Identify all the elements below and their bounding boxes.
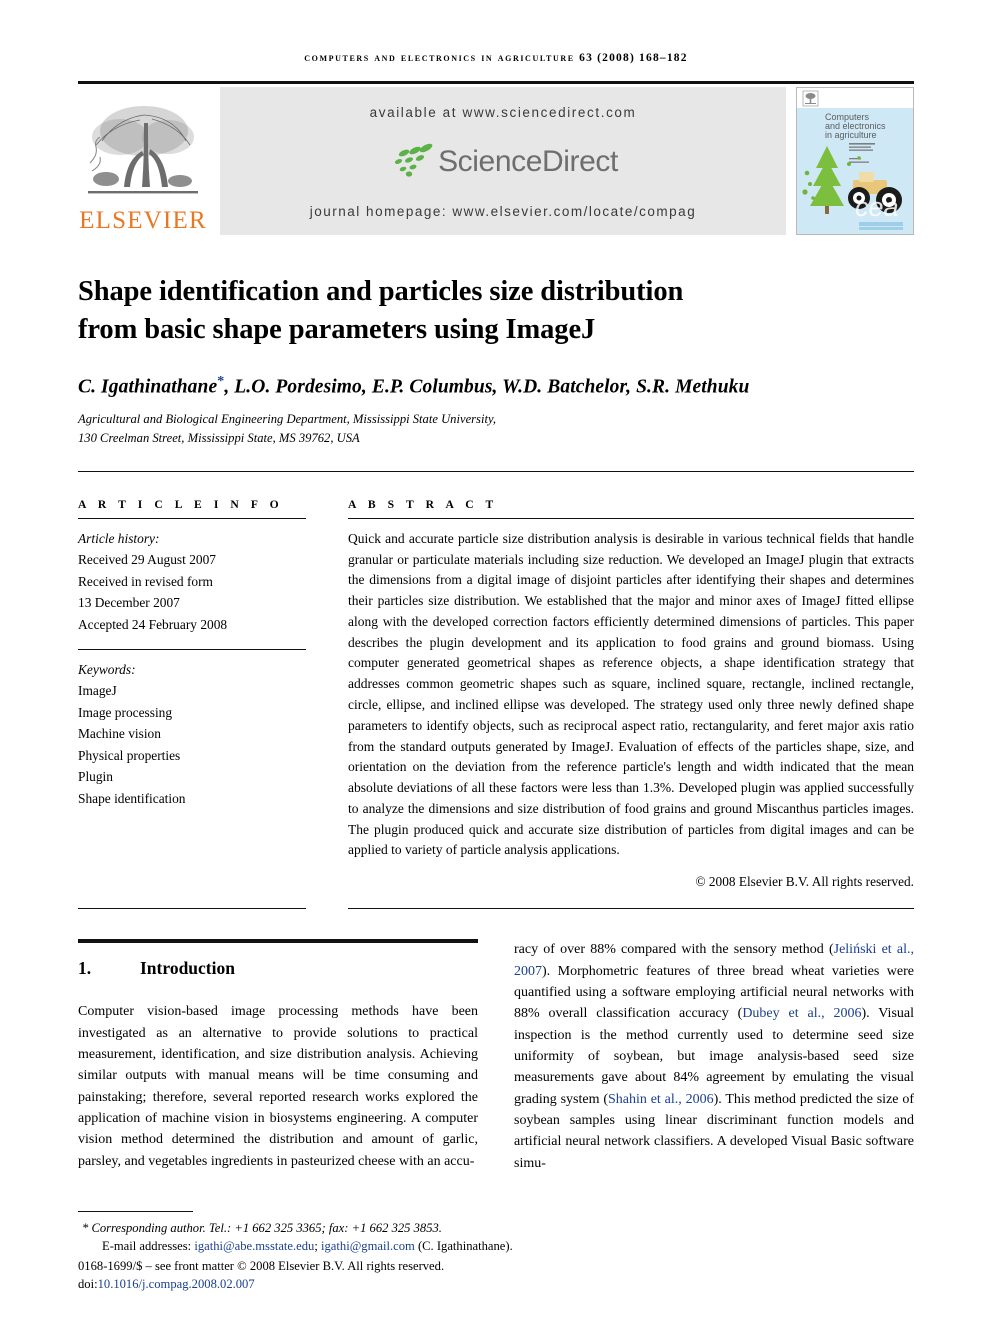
footnote-marker: *: [82, 1220, 89, 1235]
article-history-item: 13 December 2007: [78, 595, 180, 611]
sciencedirect-wordmark: ScienceDirect: [438, 145, 618, 178]
svg-text:cea: cea: [855, 192, 899, 222]
running-head-volume: 63 (2008) 168–182: [579, 52, 688, 64]
sciencedirect-swoosh-icon: [388, 141, 434, 184]
abstract-text: Quick and accurate particle size distrib…: [348, 530, 914, 858]
keyword-item: ImageJ: [78, 683, 117, 699]
sciencedirect-band: available at www.sciencedirect.com Scien…: [220, 87, 786, 235]
email-note: E-mail addresses: igathi@abe.msstate.edu…: [78, 1237, 638, 1255]
title-line-2: from basic shape parameters using ImageJ: [78, 313, 596, 345]
issn-line: 0168-1699/$ – see front matter © 2008 El…: [78, 1258, 445, 1273]
corresponding-author-note: * Corresponding author. Tel.: +1 662 325…: [78, 1219, 638, 1237]
abstract-divider-left: [78, 908, 306, 910]
abstract-copyright: © 2008 Elsevier B.V. All rights reserved…: [695, 874, 914, 890]
article-info-rule: [78, 517, 306, 519]
article-info-column: A R T I C L E I N F O Article history: R…: [78, 498, 306, 891]
keywords-label: Keywords:: [78, 661, 136, 677]
author-first: C. Igathinathane: [78, 376, 218, 398]
abstract-label: A B S T R A C T: [348, 497, 498, 511]
body-left-column: 1. Introduction Computer vision-based im…: [78, 939, 478, 1174]
keywords-rule: [78, 648, 306, 650]
abstract-bottom-divider: [78, 908, 914, 910]
page-title: Shape identification and particles size …: [78, 273, 914, 348]
title-line-1: Shape identification and particles size …: [78, 276, 684, 307]
info-abstract-section: A R T I C L E I N F O Article history: R…: [78, 498, 914, 891]
abstract-divider-gap: [306, 908, 348, 909]
keyword-item: Image processing: [78, 704, 173, 720]
intro-paragraph-left: Computer vision-based image processing m…: [78, 1004, 478, 1169]
corresponding-author-text: Corresponding author. Tel.: +1 662 325 3…: [91, 1220, 442, 1235]
article-history: Article history: Received 29 August 2007…: [78, 528, 306, 635]
masthead: ELSEVIER available at www.sciencedirect.…: [78, 87, 914, 235]
header-rule: [78, 81, 914, 84]
abstract-rule: [348, 517, 914, 519]
article-history-item: Accepted 24 February 2008: [78, 616, 228, 632]
affiliation-line-1: Agricultural and Biological Engineering …: [78, 411, 497, 426]
citation-link-dubey[interactable]: Dubey et al., 2006: [742, 1006, 861, 1021]
available-at-text: available at www.sciencedirect.com: [369, 105, 637, 120]
email-owner: (C. Igathinathane).: [414, 1238, 513, 1253]
keyword-item: Physical properties: [78, 747, 181, 763]
abstract-divider-right: [348, 908, 914, 910]
keyword-item: Plugin: [78, 769, 113, 785]
elsevier-tree-icon: [82, 101, 204, 207]
email-link-2[interactable]: igathi@gmail.com: [321, 1239, 415, 1253]
running-head: COMPUTERS AND ELECTRONICS IN AGRICULTURE…: [78, 0, 914, 64]
email-label: E-mail addresses:: [102, 1238, 192, 1253]
email-link-1[interactable]: igathi@abe.msstate.edu: [194, 1239, 314, 1253]
intro-paragraph-right: racy of over 88% compared with the senso…: [514, 939, 914, 1174]
journal-cover-thumbnail: Computers and electronics in agriculture: [796, 87, 914, 235]
svg-text:in agriculture: in agriculture: [825, 130, 877, 140]
section-heading: 1. Introduction: [78, 958, 478, 979]
body-columns: 1. Introduction Computer vision-based im…: [78, 939, 914, 1174]
elsevier-wordmark: ELSEVIER: [79, 207, 207, 234]
running-head-journal: COMPUTERS AND ELECTRONICS IN AGRICULTURE: [304, 52, 575, 64]
footnote-rule: [78, 1210, 193, 1212]
article-history-label: Article history:: [78, 530, 160, 546]
section-rule: [78, 939, 478, 944]
sciencedirect-logo: ScienceDirect: [388, 141, 618, 184]
keyword-item: Shape identification: [78, 790, 186, 806]
article-history-item: Received in revised form: [78, 573, 213, 589]
author-list: C. Igathinathane*, L.O. Pordesimo, E.P. …: [78, 374, 914, 399]
intro-right-part-1: racy of over 88% compared with the senso…: [514, 942, 834, 958]
author-rest: , L.O. Pordesimo, E.P. Columbus, W.D. Ba…: [224, 376, 750, 398]
citation-link-shahin[interactable]: Shahin et al., 2006: [608, 1092, 714, 1107]
section-title: Introduction: [140, 958, 235, 979]
column-gap: [306, 498, 348, 891]
title-abstract-divider: [78, 470, 914, 472]
section-number: 1.: [78, 958, 92, 979]
body-column-gap: [478, 939, 514, 1174]
article-info-label: A R T I C L E I N F O: [78, 497, 284, 511]
body-right-column: racy of over 88% compared with the senso…: [514, 939, 914, 1174]
doi-link[interactable]: 10.1016/j.compag.2008.02.007: [98, 1277, 255, 1291]
elsevier-logo: ELSEVIER: [78, 87, 208, 235]
keyword-item: Machine vision: [78, 726, 161, 742]
article-history-item: Received 29 August 2007: [78, 552, 216, 568]
journal-homepage-text: journal homepage: www.elsevier.com/locat…: [309, 204, 697, 219]
keywords-list: Keywords: ImageJ Image processing Machin…: [78, 659, 306, 809]
doi-label: doi:: [78, 1276, 98, 1291]
affiliation-line-2: 130 Creelman Street, Mississippi State, …: [78, 431, 360, 446]
affiliation: Agricultural and Biological Engineering …: [78, 410, 914, 449]
abstract-column: A B S T R A C T Quick and accurate parti…: [348, 498, 914, 891]
footnote-block: * Corresponding author. Tel.: +1 662 325…: [78, 1210, 638, 1294]
paper-first-page: COMPUTERS AND ELECTRONICS IN AGRICULTURE…: [0, 0, 992, 1323]
doi-line: doi:10.1016/j.compag.2008.02.007: [78, 1275, 638, 1293]
